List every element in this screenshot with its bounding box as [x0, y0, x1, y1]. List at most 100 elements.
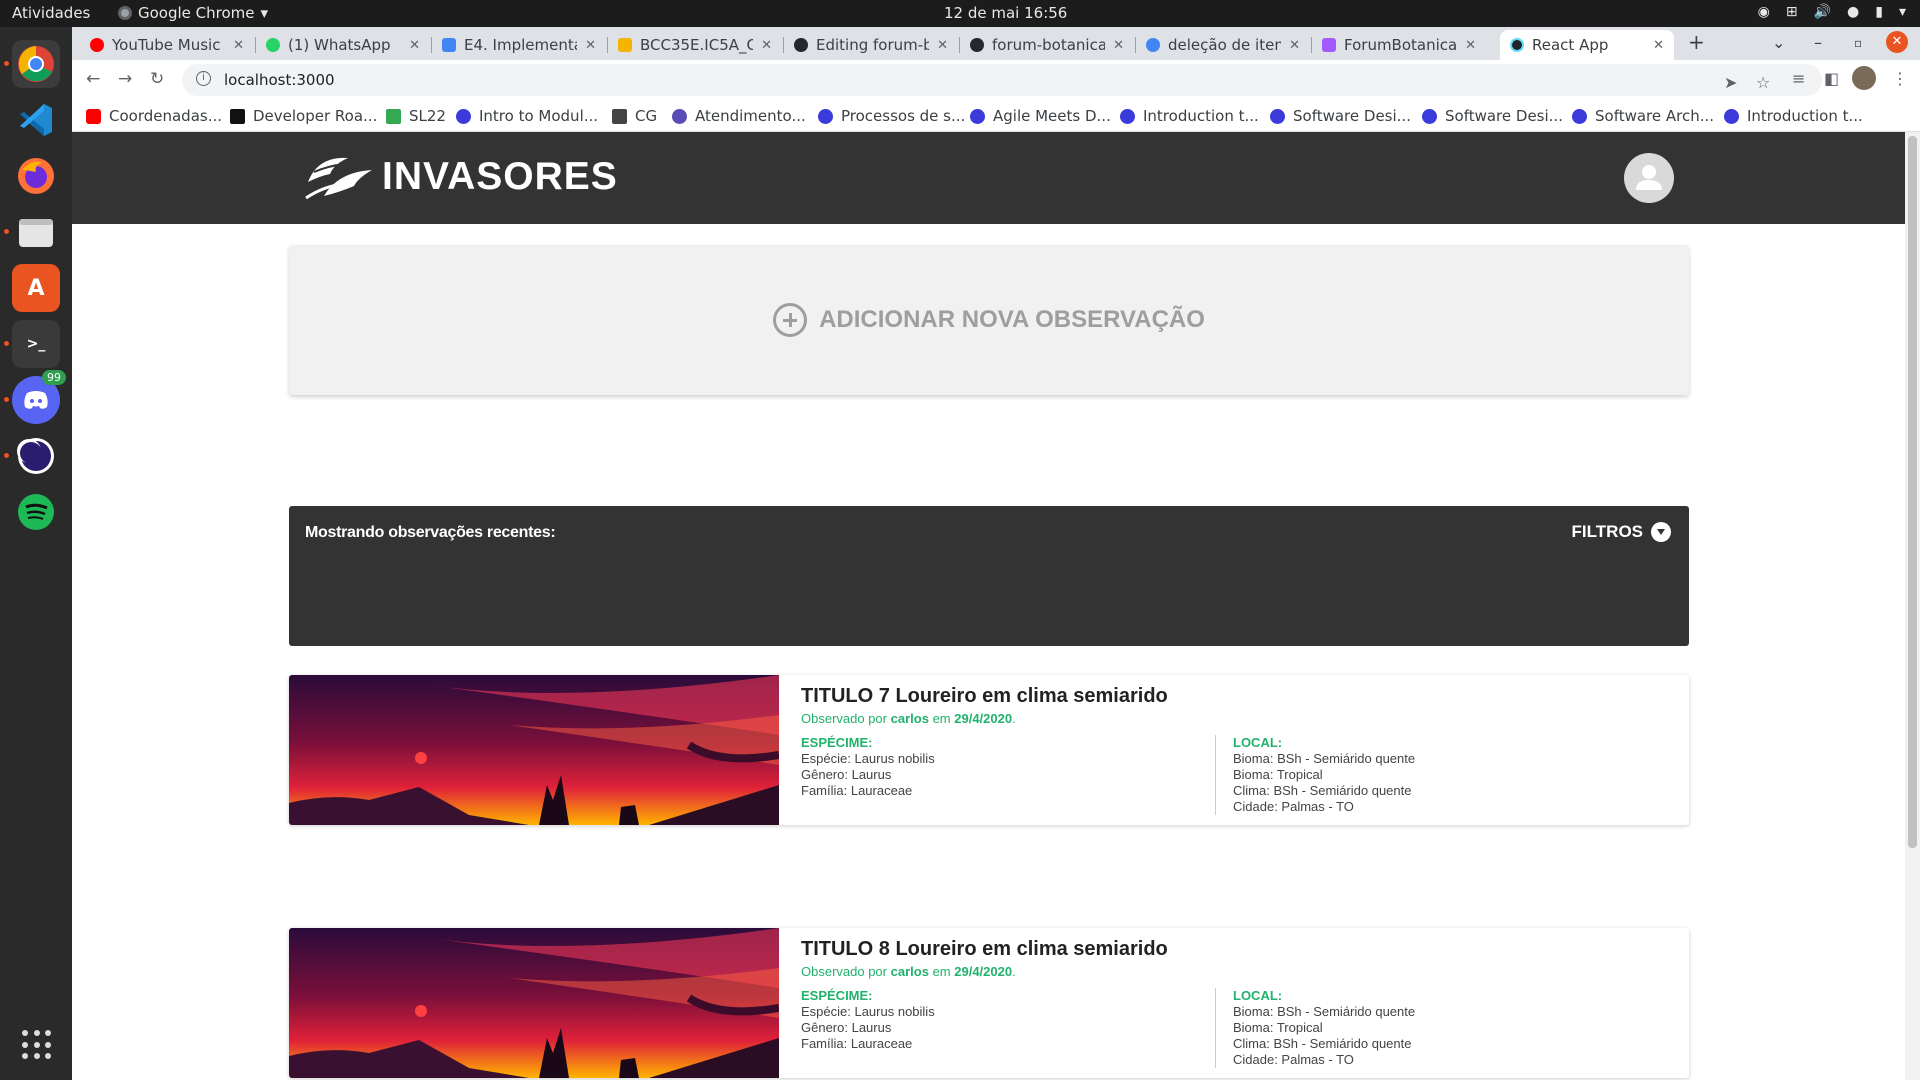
- system-tray[interactable]: ◉ ⊞ 🔊 ● ▮ ▾: [1758, 4, 1906, 20]
- browser-window: YouTube Music ✕ (1) WhatsApp ✕ E4. Impleme…: [72, 27, 1920, 132]
- add-circle-icon: [773, 303, 808, 337]
- back-button[interactable]: ←: [86, 69, 100, 89]
- terminal-dock-icon[interactable]: >_: [4, 320, 60, 368]
- bookmark-item[interactable]: Intro to Modul...: [456, 107, 598, 125]
- forward-button[interactable]: →: [118, 69, 132, 89]
- tab-figma[interactable]: ForumBotanica ✕: [1312, 30, 1486, 60]
- tab-github-repo[interactable]: forum-botanica/ ✕: [960, 30, 1134, 60]
- close-tab-icon[interactable]: ✕: [937, 38, 948, 53]
- bookmark-item[interactable]: Software Arch...: [1572, 107, 1714, 125]
- tab-moodle[interactable]: BCC35E.IC5A_CM ✕: [608, 30, 782, 60]
- bookmark-star-icon[interactable]: ☆: [1756, 73, 1770, 92]
- observation-title[interactable]: TITULO 8 Loureiro em clima semiarido: [801, 938, 1168, 961]
- bookmark-item[interactable]: Agile Meets D...: [970, 107, 1111, 125]
- close-tab-icon[interactable]: ✕: [761, 38, 772, 53]
- observation-card[interactable]: TITULO 8 Loureiro em clima semiarido Obs…: [289, 928, 1689, 1078]
- bookmark-label: Coordenadas...: [109, 107, 223, 125]
- bookmark-item[interactable]: Developer Roa...: [230, 107, 377, 125]
- bookmark-label: Introduction t...: [1747, 107, 1863, 125]
- observation-image: [289, 675, 779, 825]
- observation-title[interactable]: TITULO 7 Loureiro em clima semiarido: [801, 685, 1168, 708]
- youtube-music-favicon: [90, 38, 104, 52]
- bookmark-item[interactable]: Software Desi...: [1270, 107, 1411, 125]
- show-applications-icon[interactable]: [22, 1030, 52, 1060]
- site-info-icon[interactable]: i: [196, 71, 211, 86]
- location-heading: LOCAL:: [1233, 988, 1283, 1003]
- close-tab-icon[interactable]: ✕: [1289, 38, 1300, 53]
- bookmark-item[interactable]: Software Desi...: [1422, 107, 1563, 125]
- activities-button[interactable]: Atividades: [12, 4, 90, 22]
- invasores-logo[interactable]: INVASORES: [304, 152, 618, 202]
- send-icon[interactable]: ➤: [1724, 73, 1737, 92]
- scrollbar-thumb[interactable]: [1908, 136, 1917, 848]
- observation-author[interactable]: carlos: [891, 711, 929, 726]
- new-tab-button[interactable]: +: [1688, 30, 1705, 54]
- chrome-dock-icon[interactable]: [4, 40, 60, 88]
- tab-google-search[interactable]: deleção de item ✕: [1136, 30, 1310, 60]
- tab-title: E4. Implementaç: [464, 36, 577, 54]
- bookmark-label: CG: [635, 107, 658, 125]
- app-menu[interactable]: Google Chrome ▾: [118, 4, 268, 22]
- power-menu-icon[interactable]: ▾: [1899, 4, 1906, 20]
- bookmark-item[interactable]: Introduction t...: [1724, 107, 1863, 125]
- microphone-icon[interactable]: ●: [1847, 4, 1859, 20]
- close-tab-icon[interactable]: ✕: [1113, 38, 1124, 53]
- close-tab-icon[interactable]: ✕: [409, 38, 420, 53]
- close-tab-icon[interactable]: ✕: [1465, 38, 1476, 53]
- tab-title: React App: [1532, 36, 1609, 54]
- profile-avatar[interactable]: [1852, 66, 1876, 90]
- battery-icon[interactable]: ▮: [1875, 4, 1883, 20]
- bookmark-label: Developer Roa...: [253, 107, 378, 125]
- chrome-menu-icon[interactable]: ⋮: [1892, 69, 1908, 88]
- close-tab-icon[interactable]: ✕: [233, 38, 244, 53]
- tab-google-docs[interactable]: E4. Implementaç ✕: [432, 30, 606, 60]
- network-icon[interactable]: ⊞: [1786, 4, 1798, 20]
- discord-tray-icon[interactable]: ◉: [1758, 4, 1770, 20]
- filters-toggle[interactable]: FILTROS: [1572, 522, 1671, 542]
- observation-card[interactable]: TITULO 7 Loureiro em clima semiarido Obs…: [289, 675, 1689, 825]
- reload-button[interactable]: ↻: [150, 69, 164, 89]
- tab-github-editing[interactable]: Editing forum-b ✕: [784, 30, 958, 60]
- software-center-dock-icon[interactable]: A: [12, 264, 60, 312]
- bookmark-item[interactable]: Atendimento...: [672, 107, 806, 125]
- minimize-button[interactable]: –: [1814, 33, 1822, 52]
- spotify-dock-icon[interactable]: [12, 488, 60, 536]
- tab-search-chevron-icon[interactable]: ⌄: [1772, 33, 1785, 52]
- maximize-button[interactable]: ▫: [1854, 36, 1862, 50]
- bookmark-item[interactable]: SL22: [386, 107, 446, 125]
- tab-whatsapp[interactable]: (1) WhatsApp ✕: [256, 30, 430, 60]
- user-avatar[interactable]: [1624, 153, 1674, 203]
- observation-date: 29/4/2020: [954, 711, 1013, 726]
- bookmark-folder[interactable]: CG: [612, 107, 657, 125]
- climate-text: Clima: BSh - Semiárido quente: [1233, 783, 1412, 798]
- discord-dock-icon[interactable]: 99: [4, 370, 66, 424]
- observation-author[interactable]: carlos: [891, 964, 929, 979]
- add-observation-button[interactable]: ADICIONAR NOVA OBSERVAÇÃO: [289, 245, 1689, 395]
- window-close-button[interactable]: ✕: [1886, 31, 1908, 53]
- tab-title: ForumBotanica: [1344, 36, 1458, 54]
- reading-list-icon[interactable]: ≡: [1792, 69, 1805, 88]
- url-text[interactable]: localhost:3000: [224, 71, 335, 89]
- bookmark-item[interactable]: Processos de s...: [818, 107, 965, 125]
- tab-youtube-music[interactable]: YouTube Music ✕: [80, 30, 254, 60]
- bookmark-item[interactable]: Introduction t...: [1120, 107, 1259, 125]
- moodle-favicon: [618, 38, 632, 52]
- section-divider: [1215, 988, 1216, 1068]
- vscode-dock-icon[interactable]: [12, 96, 60, 144]
- page-scrollbar[interactable]: [1905, 132, 1920, 1080]
- moon-app-dock-icon[interactable]: [4, 432, 60, 480]
- discord-notification-badge: 99: [42, 370, 66, 385]
- tab-react-app[interactable]: React App ✕: [1500, 30, 1674, 60]
- files-dock-icon[interactable]: [4, 208, 60, 256]
- bookmark-item[interactable]: Coordenadas...: [86, 107, 222, 125]
- location-heading: LOCAL:: [1233, 735, 1283, 750]
- firefox-dock-icon[interactable]: [12, 152, 60, 200]
- side-panel-icon[interactable]: ◧: [1824, 69, 1839, 88]
- github-favicon: [794, 38, 808, 52]
- close-tab-icon[interactable]: ✕: [1653, 38, 1664, 53]
- clock[interactable]: 12 de mai 16:56: [944, 4, 1067, 22]
- observed-by-label: Observado por: [801, 711, 887, 726]
- close-tab-icon[interactable]: ✕: [585, 38, 596, 53]
- omnibox[interactable]: i localhost:3000 ➤ ☆: [182, 64, 1822, 96]
- volume-icon[interactable]: 🔊: [1814, 4, 1831, 20]
